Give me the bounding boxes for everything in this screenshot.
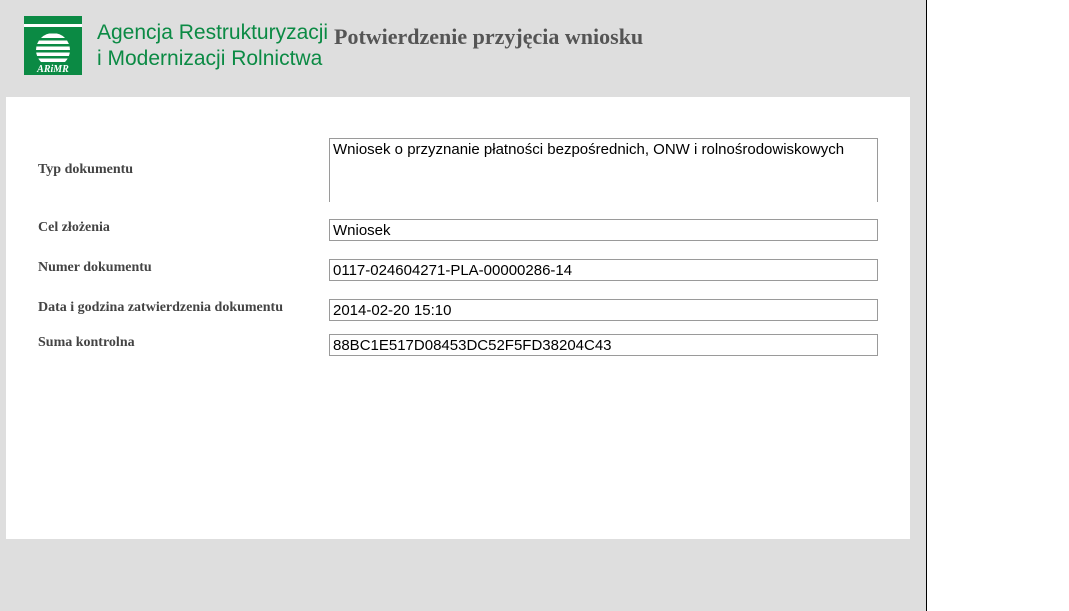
approval-datetime-label: Data i godzina zatwierdzenia dokumentu: [38, 300, 283, 315]
document-number-label: Numer dokumentu: [38, 260, 152, 275]
logo-text: ARiMR: [36, 64, 69, 75]
page-background: ARiMR Agencja Restrukturyzacji i Moderni…: [0, 0, 927, 611]
arimr-logo-icon: ARiMR: [24, 16, 82, 75]
confirmation-panel: Typ dokumentu Wniosek o przyznanie płatn…: [6, 97, 910, 539]
page-title: Potwierdzenie przyjęcia wniosku: [334, 24, 644, 49]
org-name-line-2: i Modernizacji Rolnictwa: [97, 47, 323, 70]
document-number-field[interactable]: 0117-024604271-PLA-00000286-14: [329, 259, 878, 281]
org-name-line-1: Agencja Restrukturyzacji: [97, 21, 329, 44]
submission-purpose-field[interactable]: Wniosek: [329, 219, 878, 241]
document-type-label: Typ dokumentu: [38, 162, 134, 177]
document-type-field[interactable]: Wniosek o przyznanie płatności bezpośred…: [329, 138, 878, 202]
approval-datetime-field[interactable]: 2014-02-20 15:10: [329, 299, 878, 321]
submission-purpose-label: Cel złożenia: [38, 220, 110, 235]
checksum-label: Suma kontrolna: [38, 335, 135, 350]
organization-name: Agencja Restrukturyzacji i Modernizacji …: [97, 20, 328, 72]
checksum-field[interactable]: 88BC1E517D08453DC52F5FD38204C43: [329, 334, 878, 356]
